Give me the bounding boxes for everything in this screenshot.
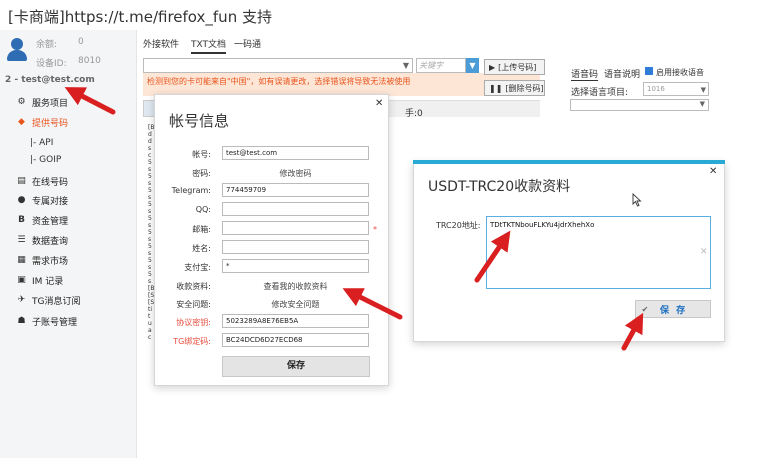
usdt-save-button[interactable]: ✔ 保 存 bbox=[635, 300, 711, 318]
telegram-icon: ✈ bbox=[17, 295, 26, 305]
alipay-field[interactable]: * bbox=[222, 259, 369, 273]
sidebar: 余额: 0 设备ID: 8010 2 - test@test.com ⚙ 服务项… bbox=[0, 30, 137, 458]
sidebar-subitem-api[interactable]: |- API bbox=[30, 138, 53, 148]
account-dialog-title: 帐号信息 bbox=[169, 112, 230, 130]
name-field[interactable] bbox=[222, 240, 369, 254]
field-label-account: 帐号: bbox=[192, 150, 211, 159]
chevron-down-icon: ▼ bbox=[700, 86, 706, 94]
field-label-qq: QQ: bbox=[195, 205, 211, 214]
balance-value: 0 bbox=[78, 37, 84, 47]
device-value: 8010 bbox=[78, 56, 101, 66]
keyword-search-input[interactable]: 关键字 bbox=[416, 58, 466, 73]
market-icon: ▦ bbox=[17, 255, 26, 265]
project-select[interactable]: ▼ bbox=[143, 58, 413, 73]
field-label-telegram: Telegram: bbox=[171, 186, 211, 195]
pause-icon: ❚❚ bbox=[489, 83, 503, 93]
protocol-key-field[interactable]: 5023289A8E76EB5A bbox=[222, 314, 369, 328]
sidebar-item-im-records[interactable]: ▣ IM 记录 bbox=[16, 272, 63, 288]
diamond-icon: ◆ bbox=[18, 117, 25, 127]
tab-voice-desc[interactable]: 语音说明 bbox=[604, 67, 640, 80]
sidebar-item-market[interactable]: ▦ 需求市场 bbox=[16, 252, 68, 268]
sidebar-item-provide-numbers[interactable]: ◆ 提供号码 bbox=[16, 114, 68, 130]
enable-voice-checkbox[interactable] bbox=[645, 67, 653, 75]
voice-lang-label: 选择语言项目: bbox=[571, 88, 629, 98]
required-mark: * bbox=[373, 225, 377, 234]
sidebar-item-data-query[interactable]: ☰ 数据查询 bbox=[16, 232, 68, 248]
sidebar-item-funds[interactable]: B 资金管理 bbox=[16, 212, 68, 228]
save-button[interactable]: 保存 bbox=[222, 356, 370, 377]
app-title: [卡商端]https://t.me/firefox_fun 支持 bbox=[8, 8, 272, 26]
play-icon: ▶ bbox=[489, 62, 496, 72]
clear-icon[interactable]: ✕ bbox=[700, 247, 708, 257]
field-label-security: 安全问题: bbox=[176, 300, 211, 309]
sidebar-item-sub-accounts[interactable]: ☗ 子账号管理 bbox=[16, 313, 77, 329]
usdt-dialog-accent-bar bbox=[413, 160, 725, 164]
account-label[interactable]: 2 - test@test.com bbox=[5, 75, 95, 85]
sidebar-subitem-goip[interactable]: |- GOIP bbox=[30, 155, 61, 165]
badge-icon: ● bbox=[17, 195, 26, 205]
field-label-tg-bind: TG绑定码: bbox=[173, 337, 211, 346]
bitcoin-icon: B bbox=[18, 215, 25, 225]
sidebar-item-label: 数据查询 bbox=[32, 236, 69, 247]
sidebar-item-dedicated[interactable]: ● 专属对接 bbox=[16, 192, 68, 208]
sidebar-item-label: 资金管理 bbox=[32, 216, 69, 227]
hand-count-label: 手:0 bbox=[405, 109, 423, 119]
checkmark-icon: ✔ bbox=[641, 304, 649, 314]
sidebar-item-label: 子账号管理 bbox=[32, 317, 78, 328]
telegram-field[interactable]: 774459709 bbox=[222, 183, 369, 197]
sidebar-item-label: TG消息订阅 bbox=[32, 296, 81, 307]
users-icon: ☗ bbox=[17, 316, 26, 326]
sidebar-item-label: 在线号码 bbox=[32, 177, 69, 188]
account-field[interactable]: test@test.com bbox=[222, 146, 369, 160]
sidebar-item-services[interactable]: ⚙ 服务项目 bbox=[16, 94, 68, 110]
voice-item-select[interactable]: ▼ bbox=[570, 99, 709, 111]
sidebar-item-online-numbers[interactable]: ▤ 在线号码 bbox=[16, 173, 68, 189]
sidebar-item-label: 需求市场 bbox=[32, 256, 69, 267]
voice-lang-select[interactable]: 1016 ▼ bbox=[643, 82, 709, 96]
search-dropdown-button[interactable]: ▼ bbox=[466, 58, 479, 73]
change-password-link[interactable]: 修改密码 bbox=[222, 168, 369, 179]
field-label-name: 姓名: bbox=[192, 244, 211, 253]
usdt-dialog-title: USDT-TRC20收款资料 bbox=[428, 179, 571, 195]
trc20-label: TRC20地址: bbox=[436, 221, 481, 230]
list-lines-icon: ☰ bbox=[17, 235, 26, 245]
avatar-icon[interactable] bbox=[7, 38, 27, 62]
chevron-down-icon: ▼ bbox=[699, 100, 705, 108]
chevron-down-icon: ▼ bbox=[402, 61, 409, 70]
sidebar-item-label: 服务项目 bbox=[32, 98, 69, 109]
tab-txt-document[interactable]: TXT文档 bbox=[191, 37, 227, 54]
field-label-email: 邮箱: bbox=[192, 225, 211, 234]
sidebar-item-label: IM 记录 bbox=[32, 276, 64, 287]
close-icon[interactable]: ✕ bbox=[709, 166, 717, 177]
email-field[interactable] bbox=[222, 221, 369, 235]
mouse-cursor-icon bbox=[632, 193, 642, 207]
view-payment-info-link[interactable]: 查看我的收款资料 bbox=[222, 281, 369, 292]
list-icon: ▤ bbox=[17, 176, 26, 186]
qq-field[interactable] bbox=[222, 202, 369, 216]
field-label-alipay: 支付宝: bbox=[184, 263, 211, 272]
tab-external-software[interactable]: 外接软件 bbox=[143, 37, 179, 50]
balance-label: 余额: bbox=[36, 40, 58, 50]
chat-icon: ▣ bbox=[17, 275, 26, 285]
field-label-password: 密码: bbox=[192, 169, 211, 178]
field-label-protocol-key: 协议密钥: bbox=[176, 318, 211, 327]
close-icon[interactable]: ✕ bbox=[375, 98, 383, 109]
sidebar-item-label: 专属对接 bbox=[32, 196, 69, 207]
sidebar-item-tg-subscribe[interactable]: ✈ TG消息订阅 bbox=[16, 292, 81, 308]
enable-voice-label: 启用接收语音 bbox=[656, 68, 704, 77]
tab-one-code[interactable]: 一码通 bbox=[234, 37, 261, 50]
tab-voice-code[interactable]: 语音码 bbox=[571, 67, 599, 81]
gear-icon: ⚙ bbox=[17, 97, 26, 107]
trc20-address-input[interactable]: TDtTKTNbouFLKYu4jdrXhehXo bbox=[486, 216, 711, 289]
tg-bind-code-field[interactable]: BC24DCD6D27ECD68 bbox=[222, 333, 369, 347]
country-warning: 检测到您的卡可能来自"中国"，如有误请更改，选择错误将导致无法被使用 bbox=[143, 73, 540, 96]
change-security-question-link[interactable]: 修改安全问题 bbox=[222, 299, 369, 310]
upload-numbers-button[interactable]: ▶ [上传号码] bbox=[484, 59, 545, 75]
field-label-payment-info: 收款资料: bbox=[176, 282, 211, 291]
sidebar-item-label: 提供号码 bbox=[32, 118, 69, 129]
device-label: 设备ID: bbox=[36, 59, 67, 69]
delete-numbers-button[interactable]: ❚❚ [删除号码] bbox=[484, 80, 545, 96]
